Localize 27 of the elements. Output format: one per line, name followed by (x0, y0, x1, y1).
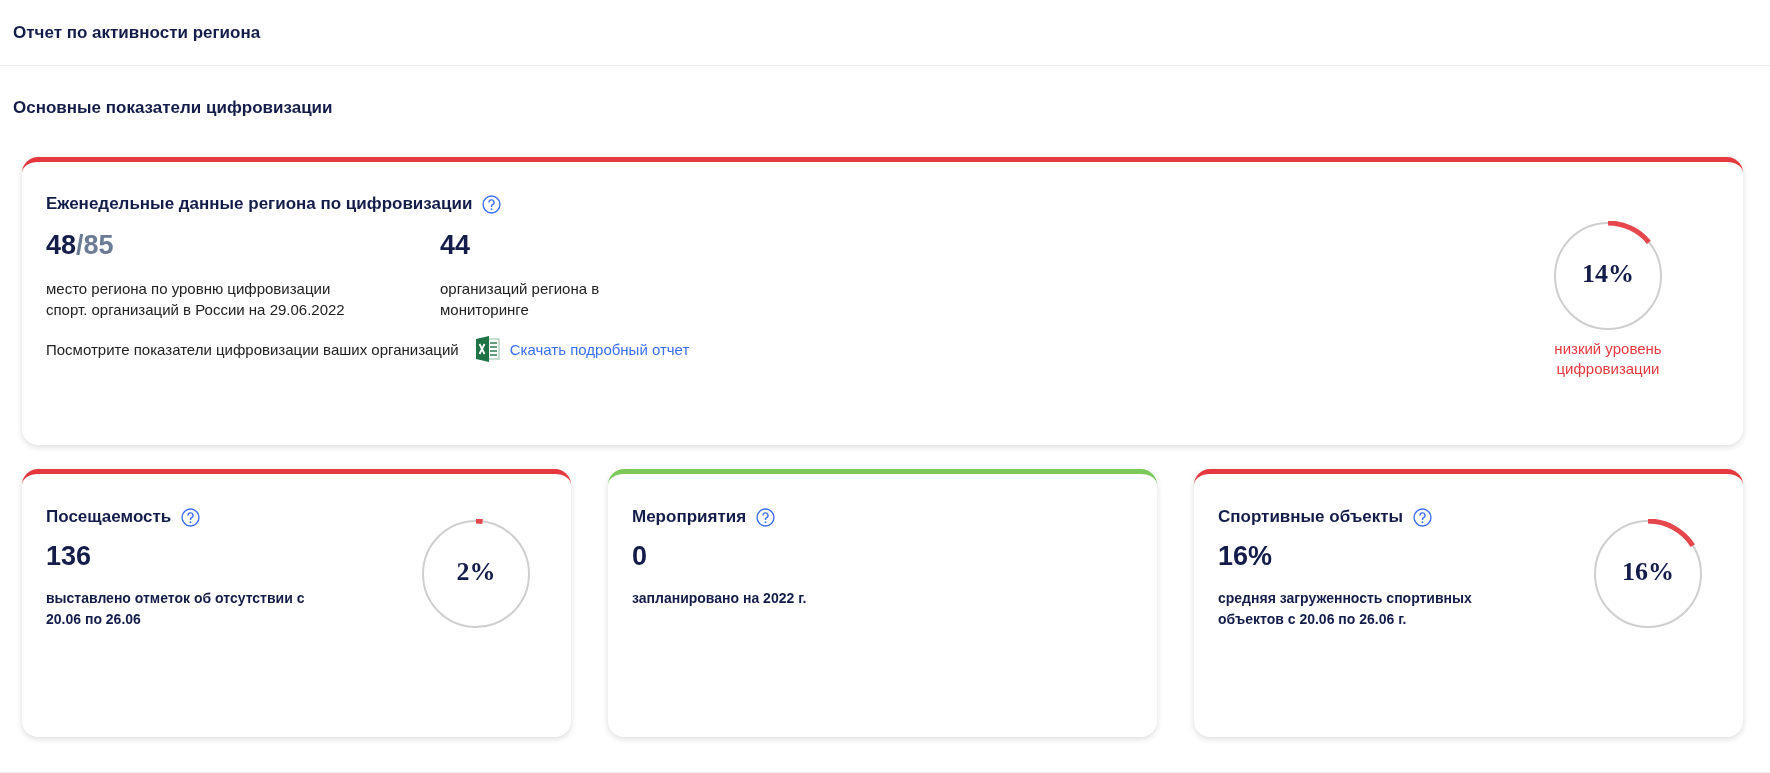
metric-caption: средняя загруженность спортивных объектов с 20.06 по 26.06 г. (1218, 589, 1473, 629)
metric-caption: запланировано на 2022 г. (632, 589, 808, 608)
help-icon[interactable] (756, 507, 776, 527)
page-title: Отчет по активности региона (13, 22, 261, 43)
help-icon[interactable] (181, 507, 201, 527)
metric-value: 0 (632, 541, 649, 572)
ring-value: 2% (455, 557, 497, 587)
card-title: Мероприятия (632, 507, 747, 527)
spreadsheet-icon (475, 336, 500, 362)
stat-caption: место региона по уровню цифровизации спорт. организаций в России на 29.06.2022 (46, 279, 346, 320)
metric-value: 136 (46, 541, 93, 572)
card-title: Посещаемость (46, 507, 172, 527)
ring-caption: низкий уровень цифровизации (1553, 339, 1663, 379)
help-icon[interactable] (482, 194, 502, 214)
metric-caption: выставлено отметок об отсутствии с 20.06 по 26.06 (46, 589, 306, 629)
download-link[interactable]: Скачать подробный отчет (509, 340, 690, 358)
org-count: 44 (440, 230, 472, 261)
ring-value: 16% (1621, 557, 1675, 587)
help-icon[interactable] (1413, 507, 1433, 527)
ring-value: 14% (1581, 259, 1635, 289)
metric-value: 16% (1218, 541, 1274, 572)
rank-value: 48/85 (46, 230, 115, 261)
card-title: Спортивные объекты (1218, 507, 1404, 527)
note-text: Посмотрите показатели цифровизации ваших организаций (46, 340, 459, 358)
stat-caption: организаций региона в мониторинге (440, 279, 601, 320)
card-title: Еженедельные данные региона по цифровизации (46, 194, 473, 214)
section-title: Основные показатели цифровизации (12, 97, 334, 119)
